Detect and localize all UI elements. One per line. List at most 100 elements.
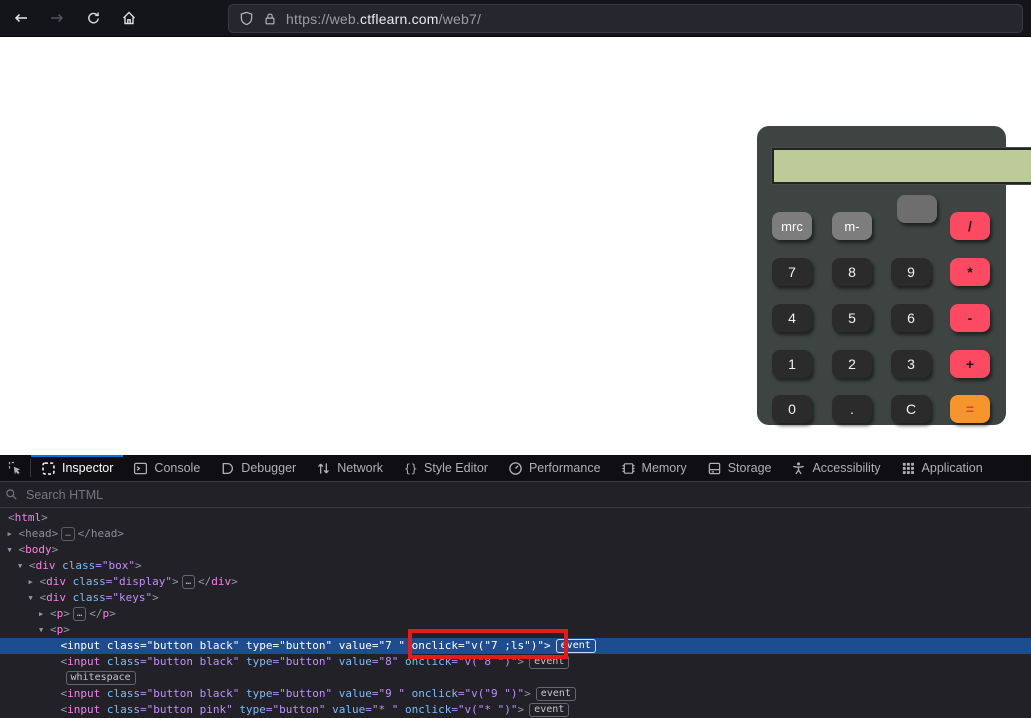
- code-p: >: [231, 575, 238, 588]
- code-val: ="7 ": [372, 639, 405, 652]
- code-p: >: [109, 607, 116, 620]
- code-p: <: [50, 607, 57, 620]
- tab-network[interactable]: Network: [306, 455, 393, 481]
- tab-console[interactable]: Console: [123, 455, 210, 481]
- code-plain: [405, 687, 412, 700]
- twisty-down-icon[interactable]: ▼: [8, 542, 19, 558]
- markup-row-p-collapsed[interactable]: ▶<p>…</p>: [0, 606, 1031, 622]
- inspector-icon: [41, 461, 56, 476]
- collapsed-ellipsis-badge[interactable]: …: [61, 527, 74, 541]
- code-plain: [239, 639, 246, 652]
- code-attr: class: [62, 559, 95, 572]
- markup-row-whitespace[interactable]: whitespace: [0, 670, 1031, 686]
- twisty-right-icon[interactable]: ▶: [39, 606, 50, 622]
- code-attr: onclick: [405, 703, 451, 716]
- lock-icon[interactable]: [263, 12, 277, 26]
- whitespace-badge[interactable]: whitespace: [66, 671, 136, 685]
- markup-row-div-display[interactable]: ▶<div class="display">…</div>: [0, 574, 1031, 590]
- code-p: <: [29, 559, 36, 572]
- code-p: >: [172, 575, 179, 588]
- code-val: ="button black": [140, 639, 239, 652]
- markup-row-html[interactable]: <html>: [0, 510, 1031, 526]
- calc-button-3[interactable]: 3: [891, 350, 931, 378]
- tab-accessibility[interactable]: Accessibility: [781, 455, 890, 481]
- markup-row-body[interactable]: ▼<body>: [0, 542, 1031, 558]
- code-attr: class: [107, 639, 140, 652]
- markup-row-div-keys[interactable]: ▼<div class="keys">: [0, 590, 1031, 606]
- code-attr: type: [246, 687, 273, 700]
- code-attr: class: [73, 591, 106, 604]
- calc-button-8[interactable]: 8: [832, 258, 872, 286]
- tab-debugger[interactable]: Debugger: [210, 455, 306, 481]
- code-plain: [398, 655, 405, 668]
- browser-toolbar: https://web.ctflearn.com/web7/: [0, 0, 1031, 37]
- code-val: ="keys": [106, 591, 152, 604]
- calc-button-4[interactable]: 4: [772, 304, 812, 332]
- tab-inspector[interactable]: Inspector: [31, 455, 123, 481]
- twisty-down-icon[interactable]: ▼: [18, 558, 29, 574]
- calculator-display[interactable]: [772, 148, 1031, 184]
- twisty-right-icon[interactable]: ▶: [8, 526, 19, 542]
- back-icon[interactable]: [6, 4, 36, 32]
- tab-label: Console: [154, 461, 200, 475]
- collapsed-ellipsis-badge[interactable]: …: [182, 575, 195, 589]
- twisty-down-icon[interactable]: ▼: [29, 590, 40, 606]
- calc-button--[interactable]: -: [950, 304, 990, 332]
- twisty-right-icon[interactable]: ▶: [29, 574, 40, 590]
- code-tag: div: [211, 575, 231, 588]
- calc-button-/[interactable]: /: [950, 212, 990, 240]
- markup-row-input-9[interactable]: <input class="button black" type="button…: [0, 686, 1031, 702]
- code-val: ="v("9 ")": [458, 687, 524, 700]
- calc-button-6[interactable]: 6: [891, 304, 931, 332]
- shield-icon[interactable]: [239, 11, 254, 26]
- debugger-icon: [220, 461, 235, 476]
- calc-button-blank[interactable]: [897, 195, 937, 223]
- calc-button-mrc[interactable]: mrc: [772, 212, 812, 240]
- page-content: mrc m- / 789 * 456- 123 +0. C =: [0, 37, 1031, 455]
- code-attr: value: [332, 703, 365, 716]
- markup-row-input-star[interactable]: <input class="button pink" type="button"…: [0, 702, 1031, 718]
- pick-element-icon[interactable]: [0, 455, 30, 481]
- calc-button-5[interactable]: 5: [832, 304, 872, 332]
- calc-button-C[interactable]: C: [891, 395, 931, 423]
- calc-button-.[interactable]: .: [832, 395, 872, 423]
- code-p: >: [135, 559, 142, 572]
- collapsed-ellipsis-badge[interactable]: …: [73, 607, 86, 621]
- tab-storage[interactable]: Storage: [697, 455, 782, 481]
- code-tag: div: [46, 591, 66, 604]
- calc-button-m-[interactable]: m-: [832, 212, 872, 240]
- calc-button-*[interactable]: *: [950, 258, 990, 286]
- search-html-input[interactable]: [24, 487, 428, 503]
- devtools-panel: Inspector Console DebuggerNetwork{}Style E…: [0, 455, 1031, 718]
- url-text[interactable]: https://web.ctflearn.com/web7/: [286, 11, 481, 27]
- tab-label: Memory: [642, 461, 687, 475]
- tab-memory[interactable]: Memory: [611, 455, 697, 481]
- event-badge[interactable]: event: [529, 703, 569, 717]
- forward-icon[interactable]: [42, 4, 72, 32]
- event-badge[interactable]: event: [536, 687, 576, 701]
- twisty-down-icon[interactable]: ▼: [39, 622, 50, 638]
- tab-style-editor[interactable]: {}Style Editor: [393, 455, 498, 481]
- code-p: <: [8, 511, 15, 524]
- calc-button-9[interactable]: 9: [891, 258, 931, 286]
- markup-row-div-box[interactable]: ▼<div class="box">: [0, 558, 1031, 574]
- calc-button-=[interactable]: =: [950, 395, 990, 423]
- calc-button-7[interactable]: 7: [772, 258, 812, 286]
- calculator: mrc m- / 789 * 456- 123 +0. C =: [757, 126, 1006, 425]
- tab-performance[interactable]: Performance: [498, 455, 611, 481]
- code-plain: [239, 655, 246, 668]
- code-plain: [398, 703, 405, 716]
- calc-button-2[interactable]: 2: [832, 350, 872, 378]
- calc-button-1[interactable]: 1: [772, 350, 812, 378]
- markup-row-head[interactable]: ▶<head>…</head>: [0, 526, 1031, 542]
- code-tag: input: [67, 703, 100, 716]
- url-bar[interactable]: https://web.ctflearn.com/web7/: [228, 4, 1023, 33]
- code-val: ="v("* ")": [451, 703, 517, 716]
- code-tag: html: [15, 511, 42, 524]
- reload-icon[interactable]: [78, 4, 108, 32]
- tab-application[interactable]: Application: [891, 455, 993, 481]
- home-icon[interactable]: [114, 4, 144, 32]
- code-p: >: [524, 687, 531, 700]
- calc-button-+[interactable]: +: [950, 350, 990, 378]
- calc-button-0[interactable]: 0: [772, 395, 812, 423]
